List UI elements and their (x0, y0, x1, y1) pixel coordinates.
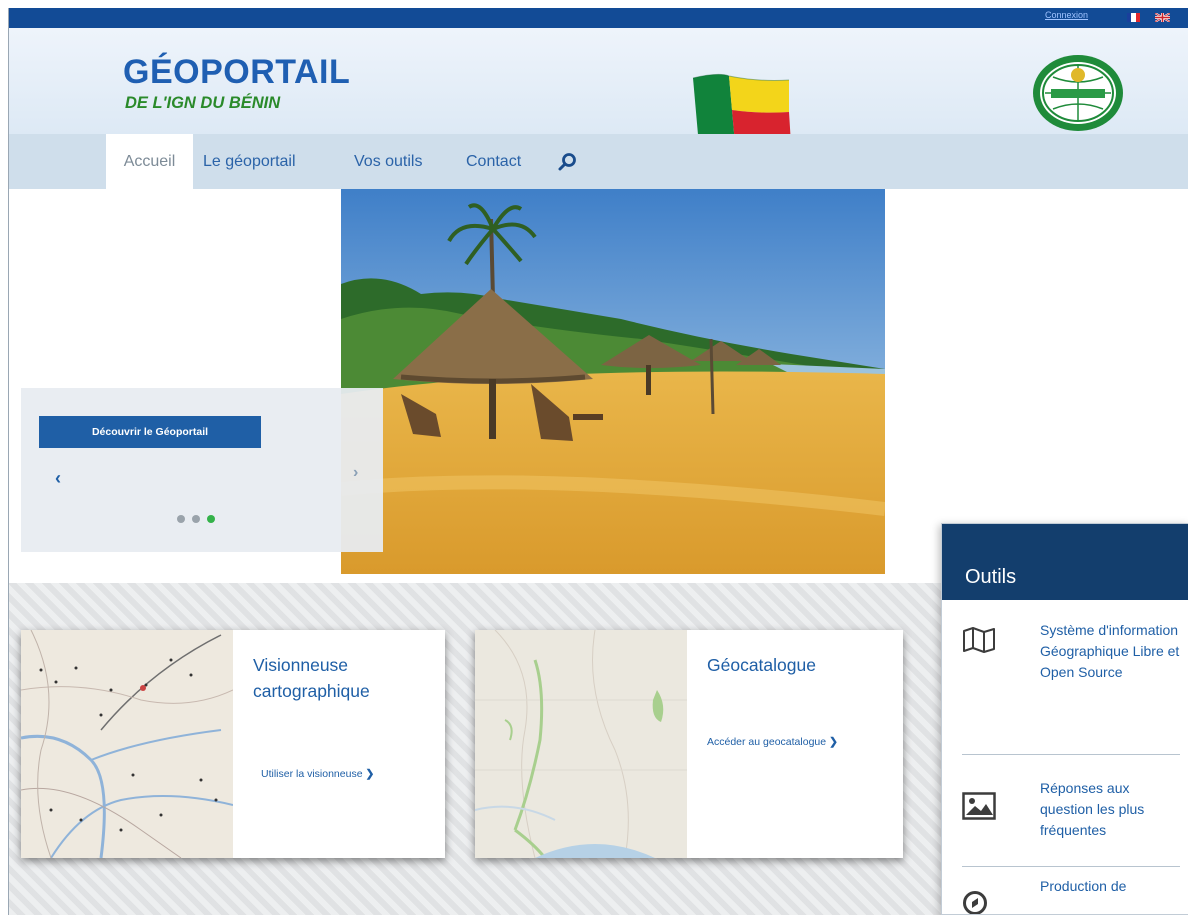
visionneuse-map-thumbnail (21, 630, 233, 858)
geocatalogue-link[interactable]: Accéder au geocatalogue ❯ (707, 736, 838, 748)
site-title[interactable]: GÉOPORTAIL (123, 55, 350, 89)
visionneuse-title[interactable]: Visionneuse cartographique (253, 652, 370, 704)
tool-production-label: Production de (1040, 878, 1127, 894)
geocatalogue-title[interactable]: Géocatalogue (707, 652, 816, 678)
tool-item-sig[interactable]: Système d'information Géographique Libre… (942, 620, 1188, 750)
site-header: GÉOPORTAIL DE L'IGN DU BÉNIN (9, 28, 1188, 148)
nav-vos-outils[interactable]: Vos outils (354, 134, 422, 189)
site-subtitle: DE L'IGN DU BÉNIN (125, 94, 281, 112)
tool-sig-label: Système d'information Géographique Libre… (1040, 622, 1180, 680)
visionneuse-link-label: Utiliser la visionneuse (261, 768, 363, 780)
discover-geoportail-button[interactable]: Découvrir le Géoportail (39, 416, 261, 448)
carousel-dot-3-active[interactable] (207, 515, 215, 523)
visionneuse-card[interactable]: Visionneuse cartographique Utiliser la v… (21, 630, 445, 858)
ign-institute-logo[interactable] (1031, 53, 1125, 133)
chevron-right-icon: ❯ (829, 736, 838, 748)
top-utility-bar: Connexion (9, 8, 1188, 28)
french-flag-icon[interactable] (1127, 13, 1140, 22)
carousel-indicators (177, 515, 215, 523)
visionneuse-title-line2: cartographique (253, 681, 370, 701)
visionneuse-link[interactable]: Utiliser la visionneuse ❯ (261, 768, 374, 780)
tools-heading: Outils (942, 524, 1188, 600)
carousel-dot-1[interactable] (177, 515, 185, 523)
login-link[interactable]: Connexion (1045, 10, 1088, 20)
nav-accueil[interactable]: Accueil (106, 134, 193, 189)
chevron-right-icon: ❯ (365, 768, 375, 780)
tools-divider (962, 754, 1180, 755)
geocatalogue-map-thumbnail (475, 630, 687, 858)
carousel-next-button[interactable]: › (353, 464, 358, 482)
uk-flag-icon[interactable] (1155, 13, 1170, 22)
tools-divider (962, 866, 1180, 867)
tool-faq-label: Réponses aux question les plus fréquente… (1040, 780, 1145, 838)
hero-caption-box: Découvrir le Géoportail ‹ › (21, 388, 383, 552)
tool-item-faq[interactable]: Réponses aux question les plus fréquente… (942, 778, 1188, 848)
compass-icon (963, 891, 987, 914)
hero-beach-photo (341, 189, 885, 574)
geocatalogue-link-label: Accéder au geocatalogue (707, 736, 827, 748)
tools-panel: Outils Système d'information Géographiqu… (941, 523, 1188, 915)
visionneuse-title-line1: Visionneuse (253, 655, 349, 675)
geocatalogue-title-line1: Géocatalogue (707, 655, 816, 675)
main-navigation: Accueil Le géoportail Vos outils Contact (9, 134, 1188, 189)
nav-contact[interactable]: Contact (466, 134, 521, 189)
carousel-prev-button[interactable]: ‹ (55, 468, 61, 489)
carousel-dot-2[interactable] (192, 515, 200, 523)
image-icon (962, 792, 996, 820)
search-icon[interactable] (557, 152, 577, 172)
geocatalogue-card[interactable]: Géocatalogue Accéder au geocatalogue ❯ (475, 630, 903, 858)
nav-le-geoportail[interactable]: Le géoportail (203, 134, 296, 189)
page: Connexion GÉOPORTAIL DE L'IGN DU BÉNIN A… (8, 8, 1188, 915)
map-icon (963, 627, 995, 653)
tool-item-production[interactable]: Production de (942, 876, 1188, 914)
